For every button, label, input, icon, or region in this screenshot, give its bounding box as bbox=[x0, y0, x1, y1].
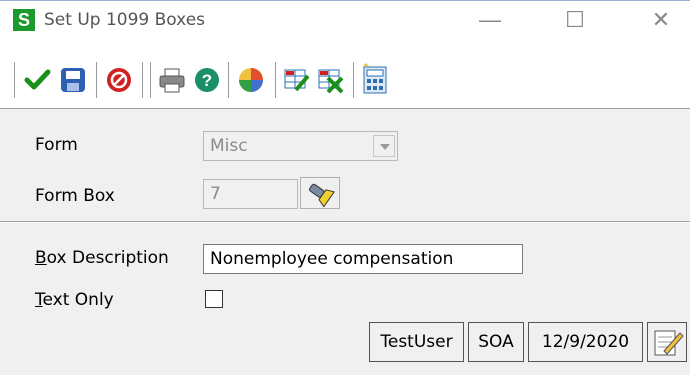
toolbar-separator bbox=[228, 62, 232, 98]
notes-button[interactable] bbox=[647, 322, 687, 362]
box-description-label: Box Description bbox=[35, 248, 169, 268]
form-label: Form bbox=[35, 135, 78, 155]
text-only-mnemonic: T bbox=[35, 290, 43, 310]
status-company: SOA bbox=[468, 322, 524, 362]
grid-delete-button[interactable] bbox=[316, 62, 346, 98]
status-user: TestUser bbox=[369, 322, 464, 362]
chevron-down-icon bbox=[373, 135, 395, 157]
toolbar-separator bbox=[142, 62, 146, 98]
box-description-value: Nonemployee compensation bbox=[210, 249, 454, 269]
print-button[interactable] bbox=[157, 62, 187, 98]
delete-icon bbox=[107, 68, 131, 92]
grid-edit-button[interactable] bbox=[282, 62, 312, 98]
toolbar-separator bbox=[14, 62, 18, 98]
calculator-icon bbox=[363, 63, 387, 94]
print-icon bbox=[159, 68, 185, 93]
toolbar-border bbox=[0, 108, 690, 109]
text-only-label-text: ext Only bbox=[42, 290, 114, 310]
help-icon: ? bbox=[195, 68, 219, 92]
form-box-field: 7 bbox=[203, 179, 298, 209]
flashlight-icon bbox=[308, 183, 335, 208]
windows-button[interactable] bbox=[236, 62, 266, 98]
app-icon: S bbox=[13, 9, 35, 31]
close-button[interactable]: ✕ bbox=[641, 7, 681, 33]
divider-highlight bbox=[0, 222, 690, 223]
title-bar: S Set Up 1099 Boxes — ☐ ✕ bbox=[0, 0, 690, 41]
calculator-button[interactable] bbox=[360, 62, 390, 98]
box-description-input[interactable]: Nonemployee compensation bbox=[203, 244, 523, 274]
form-box-label: Form Box bbox=[35, 186, 115, 206]
minimize-button[interactable]: — bbox=[470, 7, 510, 33]
checkmark-icon bbox=[24, 69, 51, 90]
text-only-label: Text Only bbox=[35, 290, 114, 310]
grid-edit-icon bbox=[284, 69, 310, 92]
form-box-value: 7 bbox=[210, 184, 221, 204]
toolbar-separator bbox=[275, 62, 279, 98]
maximize-button[interactable]: ☐ bbox=[555, 7, 595, 33]
toolbar-separator bbox=[96, 62, 100, 98]
save-icon bbox=[61, 68, 85, 92]
toolbar-separator bbox=[353, 62, 357, 98]
lookup-button[interactable] bbox=[300, 177, 340, 209]
status-date: 12/9/2020 bbox=[528, 322, 643, 362]
accept-button[interactable] bbox=[22, 62, 52, 98]
windows-icon bbox=[239, 68, 263, 92]
form-select: Misc bbox=[203, 131, 398, 161]
save-button[interactable] bbox=[58, 62, 88, 98]
notepad-edit-icon bbox=[654, 330, 684, 356]
text-only-checkbox[interactable] bbox=[205, 290, 223, 308]
help-button[interactable]: ? bbox=[192, 62, 222, 98]
box-description-mnemonic: B bbox=[35, 248, 47, 268]
window-title: Set Up 1099 Boxes bbox=[44, 10, 206, 30]
toolbar-separator bbox=[150, 62, 154, 98]
form-select-value: Misc bbox=[210, 136, 248, 156]
svg-text:?: ? bbox=[202, 71, 212, 90]
delete-button[interactable] bbox=[104, 62, 134, 98]
box-description-label-text: ox Description bbox=[46, 248, 169, 268]
grid-delete-icon bbox=[318, 69, 344, 94]
